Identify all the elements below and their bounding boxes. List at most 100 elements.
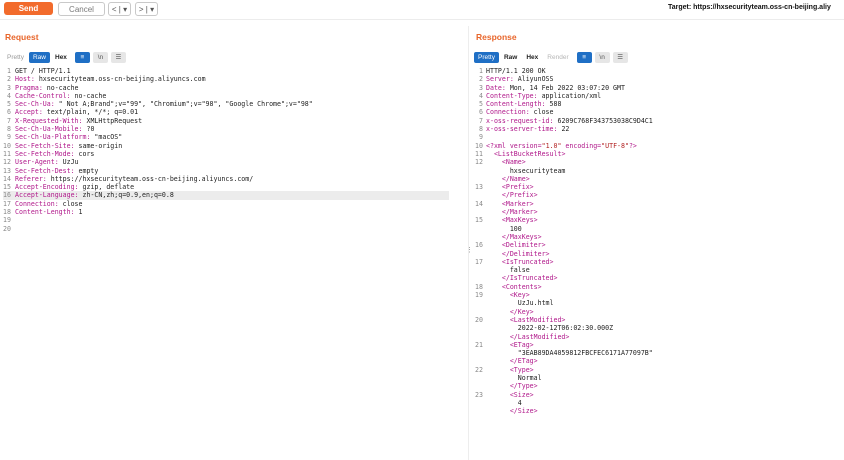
response-line: 1 HTTP/1.1 200 OK	[474, 67, 653, 75]
request-line: 13 Sec-Fetch-Dest: empty	[3, 167, 449, 175]
line-number: 11	[3, 149, 11, 158]
response-line: Normal	[474, 374, 653, 382]
header-name: Content-Length:	[15, 208, 75, 217]
header-value: zh-CN,zh;q=0.9,en;q=0.8	[78, 191, 174, 200]
header-value: " Not A;Brand";v="99", "Chromium";v="98"…	[54, 100, 313, 109]
response-line: 7 x-oss-request-id: 6209C768F343753038C9D…	[474, 117, 653, 125]
header-name: Sec-Ch-Ua-Platform:	[15, 133, 91, 142]
line-number: 6	[479, 108, 483, 117]
line-number	[474, 208, 483, 216]
line-number: 17	[3, 199, 11, 208]
code-token: 100	[486, 224, 522, 233]
code-token: Connection:	[486, 108, 530, 117]
cancel-button[interactable]: Cancel	[58, 2, 105, 16]
code-token: "1.0"	[541, 141, 562, 150]
response-line: 16 <Delimiter>	[474, 241, 653, 249]
code-token: </MaxKeys>	[501, 232, 542, 241]
code-token: HTTP/1.1 200 OK	[486, 67, 546, 75]
header-value: 1	[74, 208, 83, 217]
line-number: 15	[475, 216, 483, 225]
wrap-icon[interactable]: ≡	[576, 51, 592, 63]
newline-icon[interactable]: \n	[594, 51, 610, 63]
code-token: <ETag>	[509, 340, 534, 349]
header-name: Accept-Encoding:	[15, 183, 79, 192]
header-value: no-cache	[42, 83, 79, 92]
response-tab-render[interactable]: Render	[543, 52, 572, 63]
line-number: 17	[475, 257, 483, 266]
line-number	[474, 382, 483, 390]
code-token: 22	[557, 125, 570, 134]
drag-handle-icon[interactable]: ⋮	[466, 246, 473, 254]
response-line: 2 Server: AliyunOSS	[474, 75, 653, 83]
line-number	[474, 399, 483, 407]
request-line: 7 X-Requested-With: XMLHttpRequest	[3, 117, 449, 125]
code-token: x-oss-server-time:	[486, 125, 558, 134]
header-value: GET / HTTP/1.1	[15, 67, 71, 75]
code-token: </LastModified>	[509, 332, 570, 341]
line-number	[474, 266, 483, 274]
line-number: 16	[475, 241, 483, 250]
request-line: 16 Accept-Language: zh-CN,zh;q=0.9,en;q=0…	[3, 191, 449, 200]
code-token: application/xml	[537, 91, 602, 100]
target-url[interactable]: Target: https://hxsecurityteam.oss-cn-be…	[668, 4, 831, 11]
response-tab-raw[interactable]: Raw	[500, 52, 521, 63]
header-value: gzip, deflate	[78, 183, 135, 192]
response-line: </Marker>	[474, 208, 653, 216]
code-token: close	[529, 108, 554, 117]
wrap-icon[interactable]: ≡	[74, 51, 90, 63]
response-line: "3EAB89DA4059812FBCFEC6171A77097B"	[474, 349, 653, 357]
request-line: 8 Sec-Ch-Ua-Mobile: ?0	[3, 125, 449, 133]
request-tab-raw[interactable]: Raw	[28, 51, 50, 63]
code-token: encoding=	[561, 141, 602, 150]
line-number: 13	[475, 183, 483, 192]
header-name: Referer:	[15, 174, 47, 183]
request-line: 18 Content-Length: 1	[3, 208, 449, 216]
request-tab-pretty[interactable]: Pretty	[3, 52, 28, 63]
menu-icon[interactable]: ☰	[110, 51, 126, 63]
header-value: UzJu	[58, 158, 79, 167]
header-value: "macOS"	[90, 133, 123, 142]
response-tab-hex[interactable]: Hex	[522, 52, 542, 63]
line-number: 7	[479, 116, 483, 125]
pane-divider[interactable]	[468, 26, 469, 460]
line-number	[474, 191, 483, 199]
forward-history-button[interactable]: > | ▾	[135, 2, 158, 16]
menu-icon[interactable]: ☰	[612, 51, 628, 63]
code-token: <Prefix>	[501, 183, 534, 192]
header-name: Sec-Ch-Ua-Mobile:	[15, 125, 83, 134]
code-token: <Contents>	[501, 282, 542, 291]
request-tab-hex[interactable]: Hex	[51, 52, 71, 63]
response-editor[interactable]: 1 HTTP/1.1 200 OK 2 Server: AliyunOSS 3 Date:…	[474, 67, 653, 415]
send-button[interactable]: Send	[4, 2, 53, 15]
code-token: </Prefix>	[501, 191, 538, 200]
response-line: 21 <ETag>	[474, 341, 653, 349]
line-number: 4	[479, 91, 483, 100]
code-token: <Marker>	[501, 199, 534, 208]
code-token: version=	[509, 141, 542, 150]
response-line: 18 <Contents>	[474, 283, 653, 291]
response-tab-pretty[interactable]: Pretty	[474, 51, 499, 63]
request-line: 5 Sec-Ch-Ua: " Not A;Brand";v="99", "Chro…	[3, 100, 449, 108]
code-token: <?xml	[486, 141, 510, 150]
code-token: ?>	[628, 141, 637, 150]
response-line: hxsecurityteam	[474, 167, 653, 175]
header-value: ?0	[82, 125, 95, 134]
line-number: 18	[475, 282, 483, 291]
line-number: 10	[3, 141, 11, 150]
request-editor[interactable]: 1 GET / HTTP/1.1 2 Host: hxsecurityteam.oss…	[3, 67, 449, 233]
request-line: 19	[3, 216, 449, 224]
line-number	[474, 167, 483, 175]
response-line: 2022-02-12T06:02:30.000Z	[474, 324, 653, 332]
code-token: <MaxKeys>	[501, 216, 538, 225]
newline-icon[interactable]: \n	[92, 51, 108, 63]
code-token: </Key>	[509, 307, 534, 316]
response-line: </Type>	[474, 382, 653, 390]
response-line: 6 Connection: close	[474, 108, 653, 116]
back-history-button[interactable]: < | ▾	[108, 2, 131, 16]
